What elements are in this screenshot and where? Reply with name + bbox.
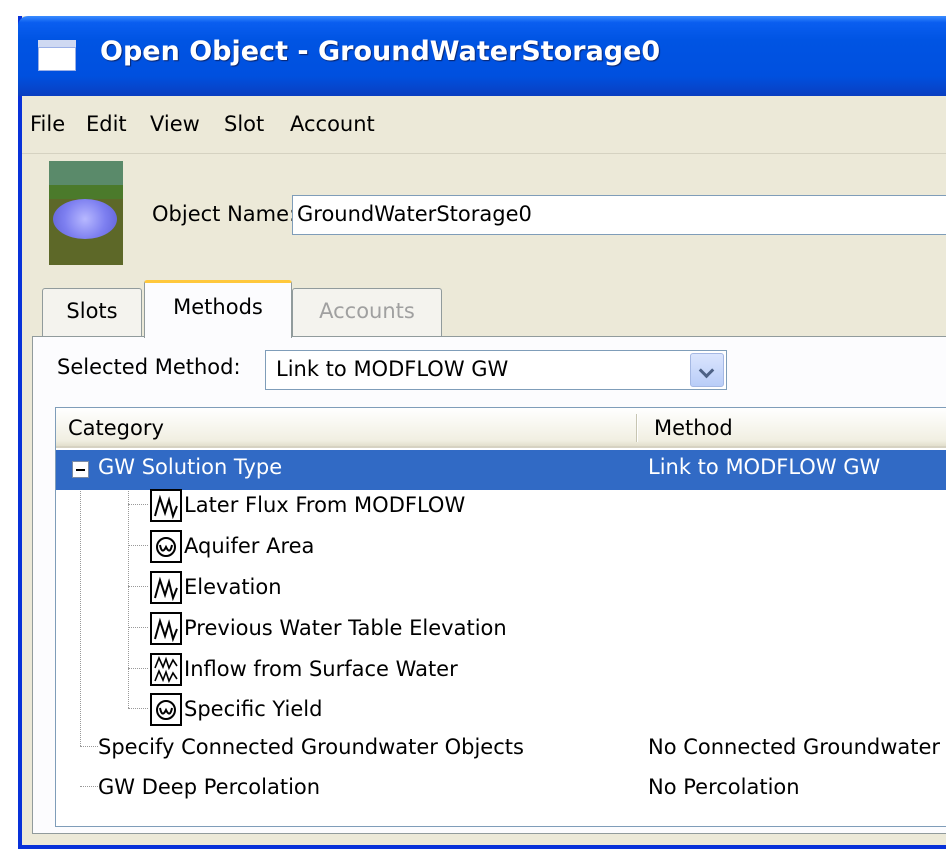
multi-series-slot-icon [150, 653, 182, 686]
series-slot-icon [150, 571, 182, 604]
title-bar[interactable]: Open Object - GroundWaterStorage0 [18, 16, 946, 96]
category-cell: GW Deep Percolation [98, 775, 321, 799]
tree-row-gw-solution-type[interactable]: GW Solution Type Link to MODFLOW GW [56, 450, 946, 490]
method-cell: No Percolation [648, 775, 800, 799]
slot-label: Previous Water Table Elevation [184, 616, 507, 640]
column-header-category[interactable]: Category [68, 416, 164, 440]
slot-label: Later Flux From MODFLOW [184, 493, 466, 517]
category-cell: GW Solution Type [98, 455, 283, 479]
series-slot-icon [150, 612, 182, 645]
tree-header: Category Method [56, 408, 946, 448]
column-divider[interactable] [636, 414, 638, 442]
tree-row-slot[interactable]: Elevation [56, 570, 946, 610]
method-tree: Category Method GW Solution Type Link to… [55, 407, 946, 827]
window-icon [38, 40, 76, 71]
series-slot-icon [150, 489, 182, 522]
menu-bar: File Edit View Slot Account [22, 96, 946, 154]
tree-row-connected-groundwater[interactable]: Specify Connected Groundwater Objects No… [56, 730, 946, 770]
tree-row-slot[interactable]: Inflow from Surface Water [56, 652, 946, 692]
selected-method-value: Link to MODFLOW GW [276, 357, 509, 381]
groundwater-storage-icon [49, 161, 123, 265]
menu-file[interactable]: File [30, 112, 65, 136]
object-name-input[interactable]: GroundWaterStorage0 [292, 195, 946, 235]
slot-label: Aquifer Area [184, 534, 315, 558]
tree-row-slot[interactable]: Previous Water Table Elevation [56, 611, 946, 651]
window-title: Open Object - GroundWaterStorage0 [100, 36, 661, 67]
scalar-slot-icon [150, 530, 182, 563]
tree-row-slot[interactable]: Later Flux From MODFLOW [56, 488, 946, 528]
tree-row-deep-percolation[interactable]: GW Deep Percolation No Percolation [56, 770, 946, 810]
tree-row-slot[interactable]: Specific Yield [56, 692, 946, 732]
object-name-label: Object Name: [152, 202, 297, 226]
open-object-window: Open Object - GroundWaterStorage0 File E… [18, 16, 946, 849]
scalar-slot-icon [150, 693, 182, 726]
tab-methods[interactable]: Methods [144, 280, 292, 338]
collapse-icon[interactable] [72, 461, 89, 478]
selected-method-label: Selected Method: [57, 355, 241, 379]
method-cell: No Connected Groundwater [648, 735, 941, 759]
category-cell: Specify Connected Groundwater Objects [98, 735, 524, 759]
menu-view[interactable]: View [150, 112, 200, 136]
chevron-down-icon[interactable] [690, 353, 724, 387]
slot-label: Specific Yield [184, 697, 323, 721]
selected-method-dropdown[interactable]: Link to MODFLOW GW [265, 350, 727, 390]
tree-row-slot[interactable]: Aquifer Area [56, 529, 946, 569]
methods-panel: Selected Method: Link to MODFLOW GW Cate… [32, 336, 946, 834]
tab-accounts: Accounts [292, 288, 442, 336]
tab-slots[interactable]: Slots [42, 288, 142, 336]
method-cell: Link to MODFLOW GW [648, 455, 881, 479]
menu-edit[interactable]: Edit [86, 112, 127, 136]
column-header-method[interactable]: Method [654, 416, 733, 440]
slot-label: Inflow from Surface Water [184, 657, 458, 681]
menu-account[interactable]: Account [290, 112, 375, 136]
slot-label: Elevation [184, 575, 282, 599]
menu-slot[interactable]: Slot [224, 112, 264, 136]
